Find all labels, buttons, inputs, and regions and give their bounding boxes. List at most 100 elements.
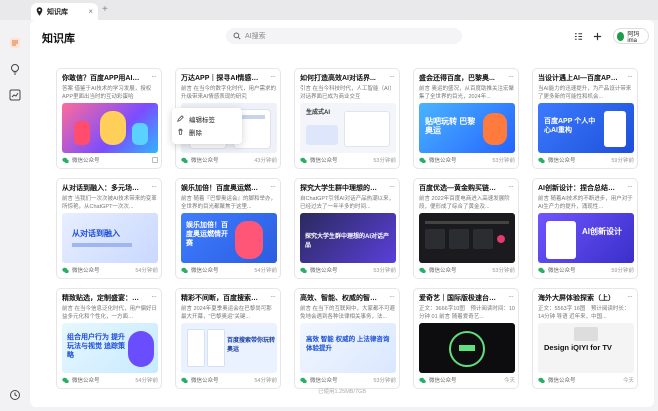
more-icon[interactable]: ··· [270, 72, 276, 81]
card-thumbnail: 从对话到融入 [62, 213, 158, 263]
wechat-icon [300, 377, 307, 383]
user-account-button[interactable]: 阿玛ima [613, 28, 649, 44]
select-checkbox[interactable] [152, 157, 158, 163]
more-icon[interactable]: ··· [151, 182, 157, 191]
more-icon[interactable]: ··· [270, 292, 276, 301]
card-footer: 微信公众号 [62, 156, 158, 164]
card-description: 当AI能力的迅速提升，为产品设计带来了更多新的可能性和机会... [538, 86, 632, 100]
thumb-text: 探究大学生群中理想的AI对话产品 [305, 234, 390, 249]
card-source: 微信公众号 [191, 378, 219, 384]
card-source: 微信公众号 [548, 378, 576, 384]
knowledge-card[interactable]: 探究大学生群中理想的AI... ··· 自ChatGPT引领AI对话产品热潮以来… [294, 178, 400, 279]
knowledge-card[interactable]: 你敢信？百度APP用AI做... ··· 答案 借鉴于AI技术的学习发展，授权A… [56, 68, 162, 169]
card-time: 54分钟前 [135, 378, 158, 384]
card-thumbnail: AI创新设计 [538, 213, 634, 263]
menu-item-edit-tags[interactable]: 编辑标签 [177, 112, 237, 125]
thumb-text: 贴吧玩转 巴黎奥运 [425, 117, 476, 135]
knowledge-card[interactable]: 当设计遇上AI—百度APP... ··· 当AI能力的迅速提升，为产品设计带来了… [532, 68, 638, 169]
card-description: 前言 在当今信息泛化时代，用户偏好日益多元化和个性化，一方面… [62, 306, 158, 320]
wechat-icon [538, 377, 545, 383]
wechat-icon [62, 267, 69, 273]
knowledge-card[interactable]: 精致贴选，定制盛宴：组... ··· 前言 在当今信息泛化时代，用户偏好日益多元… [56, 288, 162, 389]
card-time: 53分钟前 [373, 378, 396, 384]
knowledge-card[interactable]: 爱奇艺｜国际版极速台体... ··· 正文：3666字10图 预计阅读时间：10… [413, 288, 519, 389]
more-icon[interactable]: ··· [151, 292, 157, 301]
more-icon[interactable]: ··· [508, 182, 514, 191]
card-source: 微信公众号 [191, 158, 219, 164]
card-title: 高效、智能、权威的智能... [300, 295, 380, 302]
card-thumbnail: 生成式AI [300, 103, 396, 153]
trend-chart-icon[interactable] [8, 88, 22, 102]
wechat-icon [538, 267, 545, 273]
new-tab-button[interactable]: + [102, 4, 108, 15]
knowledge-card[interactable]: AI创新设计：捏合总结的... ··· 前言 随着AI技术的不断进步，用户对于A… [532, 178, 638, 279]
card-title: 从对话到融入：多元场景... [62, 185, 142, 192]
card-thumbnail: 贴吧玩转 巴黎奥运 [419, 103, 515, 153]
knowledge-card[interactable]: 娱乐加倍！百度奥运燃情... ··· 前言 随着『巴黎奥运会』的脚和举办，全世界… [175, 178, 281, 279]
more-icon[interactable]: ··· [389, 72, 395, 81]
card-description: 前言 随着『巴黎奥运会』的脚和举办，全世界的目光都聚焦于这里... [181, 196, 277, 210]
card-description: 前言 2024年夏季奥运会在巴黎尚可那最大开幕，"巴黎奥运"关键... [181, 306, 272, 320]
wechat-icon [419, 377, 426, 383]
card-time: 43分钟前 [254, 158, 277, 164]
card-thumbnail: 娱乐加倍！百度奥运燃情开赛 [181, 213, 277, 263]
card-title: 万达APP｜探寻AI情感化... [181, 75, 261, 82]
tab-bar: 知识库 × + [0, 0, 658, 20]
card-time: 59分钟前 [611, 268, 634, 274]
card-time: 54分钟前 [254, 268, 277, 274]
card-source: 微信公众号 [72, 158, 100, 164]
knowledge-base-nav-icon[interactable] [8, 36, 22, 50]
wechat-icon [181, 377, 188, 383]
page-title: 知识库 [42, 33, 75, 45]
knowledge-card[interactable]: 盛会还得百度，巴黎奥... ··· 前言 奥运的盛况，从百度助推关注宏聚集了全世… [413, 68, 519, 169]
card-title: AI创新设计：捏合总结的... [538, 185, 618, 192]
history-clock-icon[interactable] [8, 388, 22, 402]
more-icon[interactable]: ··· [389, 292, 395, 301]
card-time: 54分钟前 [254, 378, 277, 384]
card-description: 前言 随着AI技术的不断进步，用户对于AI生产力的提升，涌现性… [538, 196, 633, 210]
card-source: 微信公众号 [310, 378, 338, 384]
wechat-icon [62, 377, 69, 383]
tab-close-icon[interactable]: × [88, 7, 93, 16]
card-thumbnail: 高效 智能 权威的 上法律咨询体验提升 [300, 323, 396, 373]
more-icon[interactable]: ··· [627, 292, 633, 301]
card-time: 53分钟前 [492, 158, 515, 164]
tab-title: 知识库 [47, 8, 68, 16]
card-source: 微信公众号 [72, 378, 100, 384]
card-thumbnail: 百度APP 个人中心AI重构 [538, 103, 634, 153]
sort-button[interactable] [571, 29, 585, 43]
knowledge-card[interactable]: 如何打造高效AI对话界... ··· 引言 在当今科技时代，人工智能（AI）对话… [294, 68, 400, 169]
card-description: 正文：5563字 16图 预计阅读时长：14分钟 导语 近年来，中国... [538, 306, 630, 320]
more-icon[interactable]: ··· [389, 182, 395, 191]
thumb-text: 从对话到融入 [72, 229, 120, 238]
knowledge-card[interactable]: 百度优选—黄金购买链路... ··· 前言 2022年百度电商进入高速发展阶段，… [413, 178, 519, 279]
more-icon[interactable]: ··· [627, 72, 633, 81]
card-source: 微信公众号 [72, 268, 100, 274]
card-source: 微信公众号 [191, 268, 219, 274]
bulb-icon[interactable] [8, 62, 22, 76]
card-footer: 微信公众号 53分钟前 [300, 266, 396, 274]
thumb-text: 百度APP 个人中心AI重构 [544, 118, 596, 134]
knowledge-card[interactable]: 高效、智能、权威的智能... ··· 前言 在当下的互联网中，大家都不可避免地会… [294, 288, 400, 389]
card-footer: 微信公众号 59分钟前 [538, 266, 634, 274]
menu-item-delete[interactable]: 删除 [177, 125, 237, 138]
card-thumbnail: 百度搜索带你玩转奥运 [181, 323, 277, 373]
more-icon[interactable]: ··· [508, 72, 514, 81]
more-icon[interactable]: ··· [508, 292, 514, 301]
search-input[interactable]: AI搜索 [226, 28, 462, 44]
menu-item-label: 编辑标签 [189, 116, 215, 124]
add-button[interactable] [590, 29, 604, 43]
tab-knowledge-base[interactable]: 知识库 × [31, 3, 98, 20]
thumb-text: 组合用户行为 提升玩法与视觉 追踪策略 [67, 334, 125, 359]
card-thumbnail [419, 323, 515, 373]
card-title: 你敢信？百度APP用AI做... [62, 75, 142, 82]
more-icon[interactable]: ··· [270, 182, 276, 191]
card-source: 微信公众号 [429, 158, 457, 164]
knowledge-card[interactable]: 精彩不间断，百度搜索带... ··· 前言 2024年夏季奥运会在巴黎尚可那最大… [175, 288, 281, 389]
more-icon[interactable]: ··· [627, 182, 633, 191]
knowledge-card[interactable]: 从对话到融入：多元场景... ··· 前言 当我们一次次被AI技术带来的变革所惊… [56, 178, 162, 279]
knowledge-card[interactable]: 海外大屏体验探索（上） ··· 正文：5563字 16图 预计阅读时长：14分钟… [532, 288, 638, 389]
more-icon[interactable]: ··· [151, 72, 157, 81]
wechat-icon [181, 157, 188, 163]
wechat-icon [419, 157, 426, 163]
